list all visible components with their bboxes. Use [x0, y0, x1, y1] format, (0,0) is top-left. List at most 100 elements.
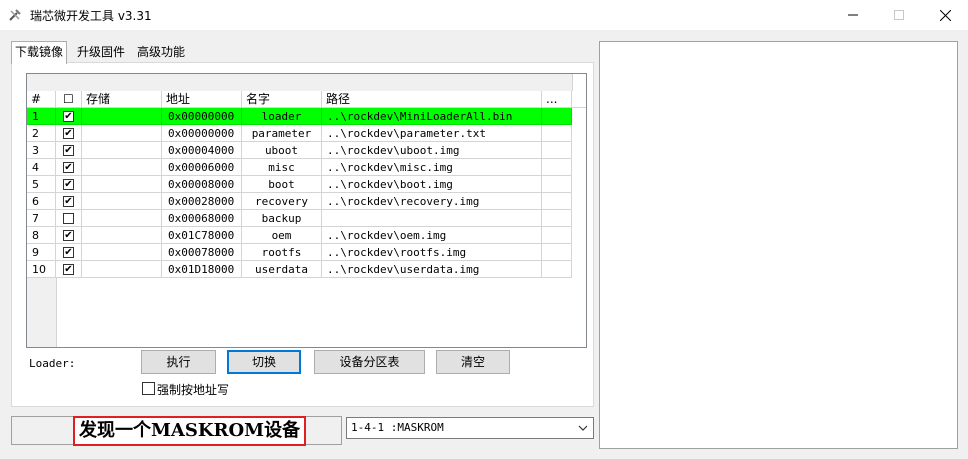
row-num: 9: [27, 244, 56, 261]
table-row[interactable]: 10 ✔ 0x01D18000 userdata ..\rockdev\userdata…: [27, 261, 572, 278]
row-checkbox[interactable]: ✔: [63, 179, 74, 190]
row-more: [542, 159, 572, 176]
row-num: 10: [27, 261, 56, 278]
row-path[interactable]: ..\rockdev\boot.img: [322, 176, 542, 193]
partition-table-button[interactable]: 设备分区表: [314, 350, 425, 374]
row-checkbox[interactable]: ✔: [63, 247, 74, 258]
row-more: [542, 142, 572, 159]
row-checkbox[interactable]: ✔: [63, 264, 74, 275]
table-row[interactable]: 3 ✔ 0x00004000 uboot ..\rockdev\uboot.img: [27, 142, 572, 159]
row-address: 0x01C78000: [162, 227, 242, 244]
row-checkbox[interactable]: ✔: [63, 128, 74, 139]
row-num: 2: [27, 125, 56, 142]
force-address-label[interactable]: 强制按地址写: [157, 381, 229, 398]
table-row[interactable]: 2 ✔ 0x00000000 parameter ..\rockdev\paramete…: [27, 125, 572, 142]
row-num: 5: [27, 176, 56, 193]
table-row[interactable]: 1 ✔ 0x00000000 loader ..\rockdev\MiniLoaderA…: [27, 108, 572, 125]
row-path[interactable]: ..\rockdev\oem.img: [322, 227, 542, 244]
image-list[interactable]: # ☐ 存储 地址 名字 路径 ... 1 ✔ 0x00000000 loader..…: [26, 73, 587, 348]
device-select-value: 1-4-1 :MASKROM: [351, 421, 444, 434]
row-checkbox[interactable]: [63, 213, 74, 224]
row-path[interactable]: ..\rockdev\parameter.txt: [322, 125, 542, 142]
row-address: 0x00068000: [162, 210, 242, 227]
row-checkbox-cell[interactable]: ✔: [56, 108, 82, 125]
row-checkbox[interactable]: ✔: [63, 230, 74, 241]
tab-download-image[interactable]: 下载镜像: [11, 41, 68, 64]
header-path[interactable]: 路径: [322, 91, 542, 107]
row-more: [542, 176, 572, 193]
close-icon: [939, 9, 951, 21]
row-more: [542, 227, 572, 244]
tab-upgrade-firmware[interactable]: 升级固件: [74, 43, 128, 62]
row-checkbox-cell[interactable]: ✔: [56, 176, 82, 193]
row-name: backup: [242, 210, 322, 227]
row-more: [542, 125, 572, 142]
row-storage: [82, 159, 162, 176]
table-row[interactable]: 5 ✔ 0x00008000 boot ..\rockdev\boot.img: [27, 176, 572, 193]
row-path[interactable]: [322, 210, 542, 227]
row-checkbox-cell[interactable]: ✔: [56, 261, 82, 278]
row-name: loader: [242, 108, 322, 125]
row-storage: [82, 244, 162, 261]
row-more: [542, 244, 572, 261]
row-path[interactable]: ..\rockdev\MiniLoaderAll.bin: [322, 108, 542, 125]
row-path[interactable]: ..\rockdev\rootfs.img: [322, 244, 542, 261]
row-more: [542, 261, 572, 278]
row-checkbox[interactable]: ✔: [63, 145, 74, 156]
row-name: rootfs: [242, 244, 322, 261]
device-select[interactable]: 1-4-1 :MASKROM: [346, 417, 594, 439]
header-more[interactable]: ...: [542, 91, 572, 107]
row-checkbox[interactable]: ✔: [63, 196, 74, 207]
row-path[interactable]: ..\rockdev\misc.img: [322, 159, 542, 176]
row-checkbox-cell[interactable]: ✔: [56, 193, 82, 210]
list-top-bar: [27, 74, 572, 92]
row-path[interactable]: ..\rockdev\userdata.img: [322, 261, 542, 278]
row-checkbox-cell[interactable]: ✔: [56, 159, 82, 176]
row-storage: [82, 176, 162, 193]
loader-label: Loader:: [29, 357, 76, 370]
header-storage[interactable]: 存储: [82, 91, 162, 107]
table-row[interactable]: 7 0x00068000 backup: [27, 210, 572, 227]
row-checkbox[interactable]: ✔: [63, 111, 74, 122]
row-address: 0x00000000: [162, 108, 242, 125]
row-checkbox-cell[interactable]: ✔: [56, 125, 82, 142]
header-name[interactable]: 名字: [242, 91, 322, 107]
tools-icon: [9, 9, 21, 21]
chevron-down-icon: [578, 425, 588, 431]
table-row[interactable]: 6 ✔ 0x00028000 recovery ..\rockdev\recovery.…: [27, 193, 572, 210]
log-panel[interactable]: [599, 41, 958, 449]
execute-button[interactable]: 执行: [141, 350, 216, 374]
table-row[interactable]: 4 ✔ 0x00006000 misc ..\rockdev\misc.img: [27, 159, 572, 176]
row-address: 0x00008000: [162, 176, 242, 193]
row-num: 6: [27, 193, 56, 210]
close-button[interactable]: [922, 0, 968, 30]
header-address[interactable]: 地址: [162, 91, 242, 107]
maximize-icon: [894, 10, 904, 20]
row-storage: [82, 193, 162, 210]
clear-button[interactable]: 清空: [436, 350, 510, 374]
row-checkbox[interactable]: ✔: [63, 162, 74, 173]
maximize-button[interactable]: [876, 0, 922, 30]
row-num: 1: [27, 108, 56, 125]
tab-advanced[interactable]: 高级功能: [134, 43, 188, 62]
row-path[interactable]: ..\rockdev\recovery.img: [322, 193, 542, 210]
row-name: recovery: [242, 193, 322, 210]
header-check-all[interactable]: ☐: [56, 91, 82, 107]
header-num[interactable]: #: [27, 91, 56, 107]
table-row[interactable]: 9 ✔ 0x00078000 rootfs ..\rockdev\rootfs.img: [27, 244, 572, 261]
row-checkbox-cell[interactable]: ✔: [56, 227, 82, 244]
row-checkbox-cell[interactable]: ✔: [56, 142, 82, 159]
switch-button[interactable]: 切换: [227, 350, 301, 374]
row-name: uboot: [242, 142, 322, 159]
row-storage: [82, 142, 162, 159]
row-checkbox-cell[interactable]: [56, 210, 82, 227]
row-more: [542, 210, 572, 227]
list-empty-area: [27, 278, 57, 347]
force-address-checkbox[interactable]: [142, 382, 155, 395]
minimize-button[interactable]: [830, 0, 876, 30]
row-checkbox-cell[interactable]: ✔: [56, 244, 82, 261]
row-name: boot: [242, 176, 322, 193]
row-path[interactable]: ..\rockdev\uboot.img: [322, 142, 542, 159]
table-row[interactable]: 8 ✔ 0x01C78000 oem ..\rockdev\oem.img: [27, 227, 572, 244]
row-storage: [82, 210, 162, 227]
